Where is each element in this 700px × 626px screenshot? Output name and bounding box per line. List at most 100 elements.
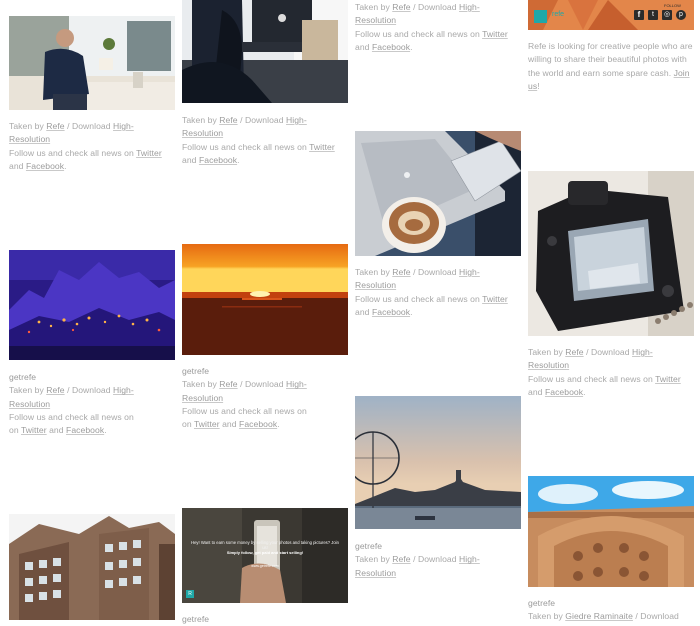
- author-link[interactable]: Refe: [392, 267, 410, 277]
- twitter-link[interactable]: Twitter: [655, 374, 681, 384]
- photo-illuminated-castle[interactable]: [9, 250, 175, 360]
- promo-headline: Hey! Want to earn some money by selling …: [191, 540, 339, 550]
- tag-getrefe[interactable]: getrefe: [182, 365, 348, 378]
- promo-banner[interactable]: refe FOLLOW f t ◎ p: [528, 0, 694, 30]
- hires-part-b: Resolution: [182, 392, 224, 403]
- caption-download-text: / Download: [67, 385, 111, 396]
- caption: Taken by Refe / Download High- Resolution…: [355, 1, 521, 54]
- caption-download-text: / Download: [67, 121, 111, 131]
- twitter-icon[interactable]: t: [648, 10, 658, 20]
- caption-follow-text: Follow us and check all news on: [182, 405, 307, 416]
- caption-period: .: [64, 160, 67, 171]
- caption-taken-by: Taken by: [355, 267, 390, 277]
- caption-follow-text: Follow us and check all news on: [9, 147, 134, 158]
- caption-follow-text: Follow us and check all news on: [355, 293, 480, 304]
- hires-part-a: High-: [459, 554, 480, 565]
- twitter-link[interactable]: Twitter: [482, 294, 508, 304]
- facebook-link[interactable]: Facebook: [372, 307, 410, 317]
- twitter-link[interactable]: Twitter: [309, 142, 335, 152]
- caption-and: and: [528, 386, 543, 397]
- hires-part-b: Resolution: [528, 360, 570, 371]
- caption-download-text: / Download: [240, 115, 284, 125]
- hires-part-a: High-: [286, 379, 307, 390]
- caption-and: and: [222, 419, 237, 430]
- caption: getrefe Taken by Refe / Download High- Re…: [9, 371, 175, 437]
- photo-camera-screen[interactable]: [528, 171, 694, 336]
- hires-part-b: Resolution: [9, 398, 51, 409]
- caption-period: .: [410, 306, 413, 317]
- hires-part-a: High-: [459, 267, 480, 277]
- photo-sea-sunset[interactable]: [182, 244, 348, 355]
- caption-on: on: [182, 419, 192, 430]
- banner-logo: refe: [552, 11, 565, 18]
- caption-taken-by: Taken by: [9, 385, 44, 396]
- caption-taken-by: Taken by: [355, 2, 390, 12]
- tag-getrefe[interactable]: getrefe: [9, 371, 175, 384]
- caption-download-text: / Download: [586, 347, 630, 357]
- facebook-link[interactable]: Facebook: [372, 42, 410, 52]
- hires-part-b: Resolution: [9, 134, 51, 145]
- caption-follow-text: Follow us and check all news on: [9, 411, 134, 422]
- promo-bang: !: [537, 81, 540, 92]
- caption-and: and: [9, 160, 24, 171]
- author-link[interactable]: Refe: [46, 121, 64, 131]
- facebook-link[interactable]: Facebook: [239, 419, 277, 429]
- caption-and: and: [355, 306, 370, 317]
- hires-part-b: Resolution: [355, 15, 397, 26]
- caption-taken-by: Taken by: [528, 347, 563, 357]
- photo-london-eye[interactable]: [355, 396, 521, 529]
- photo-coffee-laptop[interactable]: [355, 131, 521, 256]
- twitter-link[interactable]: Twitter: [21, 425, 47, 435]
- caption-follow-text: Follow us and check all news on: [182, 141, 307, 152]
- caption-taken-by: Taken by: [182, 379, 217, 390]
- promo-phone-banner[interactable]: Hey! Want to earn some money by selling …: [182, 508, 348, 603]
- instagram-icon[interactable]: ◎: [662, 10, 672, 20]
- author-link[interactable]: Refe: [219, 115, 237, 125]
- hires-part-a: High-: [286, 115, 307, 125]
- photo-laptop-on-chair[interactable]: [182, 0, 348, 103]
- facebook-link[interactable]: Facebook: [545, 387, 583, 397]
- caption-and: and: [355, 41, 370, 52]
- promo-caption: Refe is looking for creative people who …: [528, 40, 694, 94]
- pinterest-icon[interactable]: p: [676, 10, 686, 20]
- hires-part-a: High-: [113, 385, 134, 396]
- hires-part-b: Resolution: [182, 128, 224, 139]
- promo-text: Refe is looking for creative people who …: [528, 41, 693, 78]
- twitter-link[interactable]: Twitter: [194, 419, 220, 429]
- tag-getrefe[interactable]: getrefe: [355, 540, 521, 553]
- facebook-icon[interactable]: f: [634, 10, 644, 20]
- caption: Taken by Refe / Download High- Resolution…: [9, 120, 175, 173]
- facebook-link[interactable]: Facebook: [66, 425, 104, 435]
- caption: Taken by Refe / Download High- Resolution…: [182, 114, 348, 167]
- hires-part-b: Resolution: [355, 280, 397, 291]
- caption-and: and: [182, 154, 197, 165]
- author-link[interactable]: Refe: [46, 385, 64, 395]
- caption-follow-text: Follow us and check all news on: [355, 28, 480, 39]
- caption-download-text: / Download: [413, 2, 457, 12]
- caption-period: .: [277, 419, 280, 430]
- author-link[interactable]: Refe: [392, 2, 410, 12]
- photo-man-at-desk[interactable]: [9, 16, 175, 110]
- caption: getrefe Taken by Refe / Download High- Re…: [355, 540, 521, 580]
- facebook-link[interactable]: Facebook: [199, 155, 237, 165]
- promo-url: www.getrefe.com: [251, 564, 279, 568]
- caption: getrefe Taken by Refe / Download High- Re…: [182, 365, 348, 431]
- caption-download-text: / Download: [413, 267, 457, 277]
- caption-on: on: [9, 425, 19, 436]
- author-link[interactable]: Refe: [219, 379, 237, 389]
- caption-download-text: / Download: [240, 379, 284, 390]
- author-link[interactable]: Refe: [565, 347, 583, 357]
- photo-stone-arch[interactable]: [528, 476, 694, 587]
- author-link[interactable]: Refe: [392, 554, 410, 564]
- photo-brick-building[interactable]: [9, 514, 175, 620]
- banner-follow-label: FOLLOW: [664, 3, 681, 8]
- caption-period: .: [583, 386, 586, 397]
- promo-subline: Simply follow, get paid and start sellin…: [226, 550, 304, 555]
- twitter-link[interactable]: Twitter: [136, 148, 162, 158]
- caption-taken-by: Taken by: [355, 554, 390, 565]
- tag-getrefe[interactable]: getrefe: [528, 597, 694, 610]
- caption: Taken by Refe / Download High- Resolution…: [355, 266, 521, 319]
- twitter-link[interactable]: Twitter: [482, 29, 508, 39]
- facebook-link[interactable]: Facebook: [26, 161, 64, 171]
- caption: Taken by Refe / Download High- Resolution…: [528, 346, 694, 399]
